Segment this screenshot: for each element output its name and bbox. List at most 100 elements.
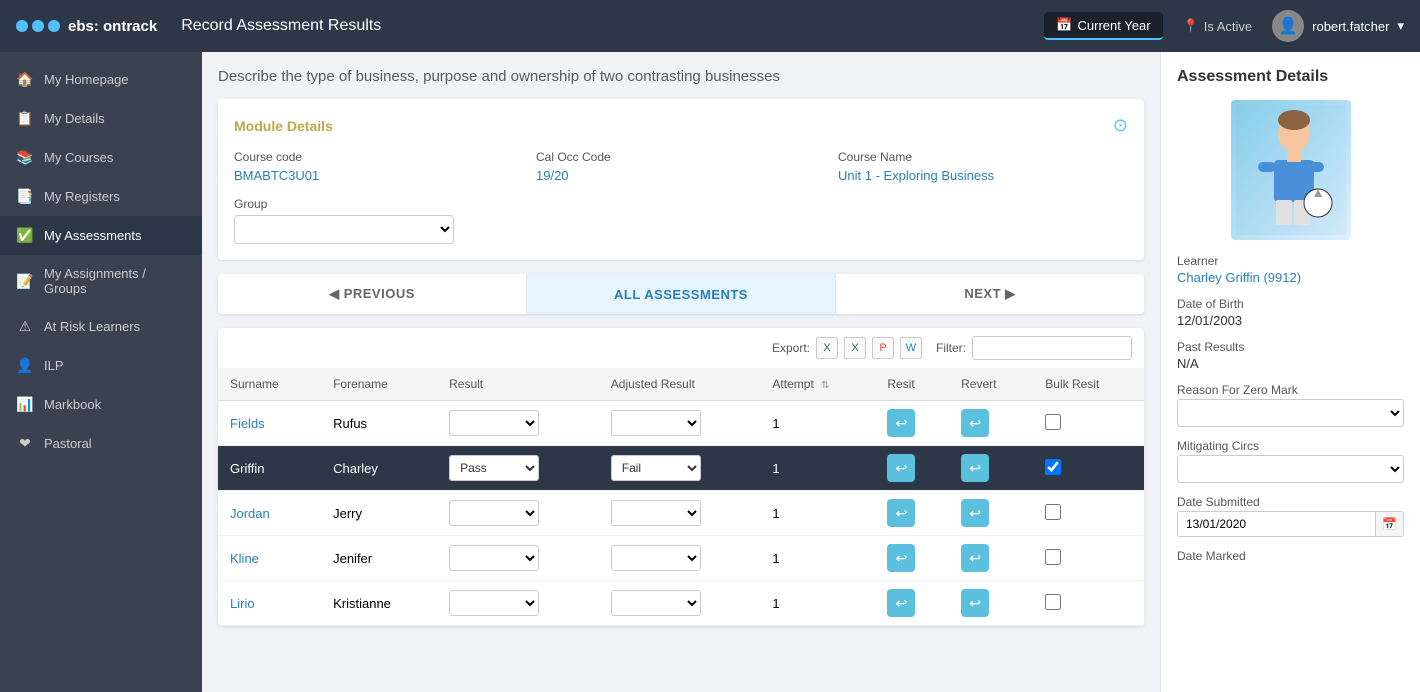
is-active-button[interactable]: 📍 Is Active [1171, 13, 1265, 39]
student-silhouette-svg [1236, 105, 1346, 235]
export-pdf-icon[interactable]: P [872, 337, 894, 359]
resit-button[interactable]: ↩ [887, 589, 915, 617]
right-panel: Assessment Details [1160, 52, 1420, 692]
cell-adjusted-result: PassFailMeritDistinction [599, 581, 761, 626]
sidebar-item-label: Pastoral [44, 436, 92, 451]
next-button[interactable]: NEXT ▶ [836, 274, 1144, 314]
my-registers-icon: 📑 [16, 188, 34, 205]
sidebar-item-label: At Risk Learners [44, 319, 140, 334]
header: ebs: ontrack Record Assessment Results 📅… [0, 0, 1420, 52]
date-submitted-input[interactable] [1178, 512, 1375, 536]
cell-attempt: 1 [760, 581, 875, 626]
sidebar-item-markbook[interactable]: 📊Markbook [0, 385, 202, 424]
result-select[interactable]: PassFailMeritDistinction [449, 455, 539, 481]
revert-button[interactable]: ↩ [961, 544, 989, 572]
card-title: Module Details [234, 118, 333, 134]
bulk-resit-checkbox[interactable] [1045, 414, 1061, 430]
result-select[interactable]: PassFailMeritDistinction [449, 590, 539, 616]
sidebar-item-my-registers[interactable]: 📑 My Registers [0, 177, 202, 216]
surname-link[interactable]: Kline [230, 551, 259, 566]
learner-value: Charley Griffin (9912) [1177, 270, 1404, 285]
surname-link[interactable]: Fields [230, 416, 265, 431]
cell-result: PassFailMeritDistinction [437, 536, 599, 581]
resit-button[interactable]: ↩ [887, 454, 915, 482]
sidebar-item-label: My Details [44, 111, 105, 126]
bulk-resit-checkbox[interactable] [1045, 549, 1061, 565]
sidebar-item-at-risk-learners[interactable]: ⚠At Risk Learners [0, 307, 202, 346]
course-code-label: Course code [234, 150, 524, 164]
cell-attempt: 1 [760, 491, 875, 536]
dropdown-icon[interactable]: ▾ [1397, 18, 1404, 34]
revert-button[interactable]: ↩ [961, 409, 989, 437]
sidebar-item-my-assignments-groups[interactable]: 📝My Assignments / Groups [0, 255, 202, 307]
result-select[interactable]: PassFailMeritDistinction [611, 410, 701, 436]
revert-button[interactable]: ↩ [961, 499, 989, 527]
cell-surname: Jordan [218, 491, 321, 536]
filter-input[interactable] [972, 336, 1132, 360]
table-row: Lirio Kristianne PassFailMeritDistinctio… [218, 581, 1144, 626]
pastoral-icon: ❤ [16, 435, 34, 452]
reason-zero-field: Reason For Zero Mark [1177, 383, 1404, 427]
collapse-button[interactable]: ⊙ [1113, 115, 1128, 136]
cell-bulk-resit [1033, 536, 1144, 581]
sidebar-item-my-homepage[interactable]: 🏠My Homepage [0, 60, 202, 99]
sidebar-item-label: Markbook [44, 397, 101, 412]
mitigating-field: Mitigating Circs [1177, 439, 1404, 483]
cell-resit: ↩ [875, 401, 949, 446]
table-row: Griffin Charley PassFailMeritDistinction… [218, 446, 1144, 491]
is-active-label: Is Active [1204, 19, 1252, 34]
export-xls-icon[interactable]: X [816, 337, 838, 359]
course-name-field: Course Name Unit 1 - Exploring Business [838, 150, 1128, 183]
cell-surname: Griffin [218, 446, 321, 491]
previous-button[interactable]: ◀ PREVIOUS [218, 274, 527, 314]
user-area: 👤 robert.fatcher ▾ [1272, 10, 1404, 42]
result-select[interactable]: PassFailMeritDistinction [449, 545, 539, 571]
resit-button[interactable]: ↩ [887, 499, 915, 527]
col-forename: Forename [321, 368, 437, 401]
sidebar-item-ilp[interactable]: 👤ILP [0, 346, 202, 385]
cell-resit: ↩ [875, 491, 949, 536]
result-select[interactable]: PassFailMeritDistinction [449, 410, 539, 436]
table-toolbar: Export: X X P W Filter: [218, 328, 1144, 368]
current-year-button[interactable]: 📅 Current Year [1044, 12, 1162, 40]
resit-button[interactable]: ↩ [887, 544, 915, 572]
result-select[interactable]: PassFailMeritDistinction [449, 500, 539, 526]
sidebar-item-my-assessments[interactable]: ✅My Assessments [0, 216, 202, 255]
result-select[interactable]: PassFailMeritDistinction [611, 455, 701, 481]
cell-revert: ↩ [949, 581, 1033, 626]
export-label: Export: [772, 341, 810, 355]
revert-button[interactable]: ↩ [961, 454, 989, 482]
cell-resit: ↩ [875, 581, 949, 626]
all-assessments-button[interactable]: ALL ASSESSMENTS [527, 274, 836, 314]
ilp-icon: 👤 [16, 357, 34, 374]
calendar-picker-icon[interactable]: 📅 [1375, 512, 1403, 536]
result-select[interactable]: PassFailMeritDistinction [611, 545, 701, 571]
surname-link[interactable]: Lirio [230, 596, 255, 611]
sidebar-item-my-courses[interactable]: 📚My Courses [0, 138, 202, 177]
assessment-table: Surname Forename Result Adjusted Result … [218, 368, 1144, 626]
cell-adjusted-result: PassFailMeritDistinction [599, 491, 761, 536]
export-xlsx-icon[interactable]: X [844, 337, 866, 359]
sidebar-item-pastoral[interactable]: ❤ Pastoral [0, 424, 202, 463]
col-resit: Resit [875, 368, 949, 401]
cell-forename: Jenifer [321, 536, 437, 581]
bulk-resit-checkbox[interactable] [1045, 594, 1061, 610]
surname-link[interactable]: Griffin [230, 461, 264, 476]
export-other-icon[interactable]: W [900, 337, 922, 359]
result-select[interactable]: PassFailMeritDistinction [611, 500, 701, 526]
filter-label: Filter: [936, 341, 966, 355]
revert-button[interactable]: ↩ [961, 589, 989, 617]
surname-link[interactable]: Jordan [230, 506, 270, 521]
sidebar-item-label: My Registers [44, 189, 120, 204]
bulk-resit-checkbox[interactable] [1045, 504, 1061, 520]
bulk-resit-checkbox[interactable] [1045, 459, 1061, 475]
result-select[interactable]: PassFailMeritDistinction [611, 590, 701, 616]
sidebar-item-my-details[interactable]: 📋My Details [0, 99, 202, 138]
group-select[interactable] [234, 215, 454, 244]
mitigating-select[interactable] [1177, 455, 1404, 483]
cell-revert: ↩ [949, 491, 1033, 536]
group-field: Group [234, 197, 1128, 244]
cell-forename: Kristianne [321, 581, 437, 626]
reason-zero-select[interactable] [1177, 399, 1404, 427]
resit-button[interactable]: ↩ [887, 409, 915, 437]
